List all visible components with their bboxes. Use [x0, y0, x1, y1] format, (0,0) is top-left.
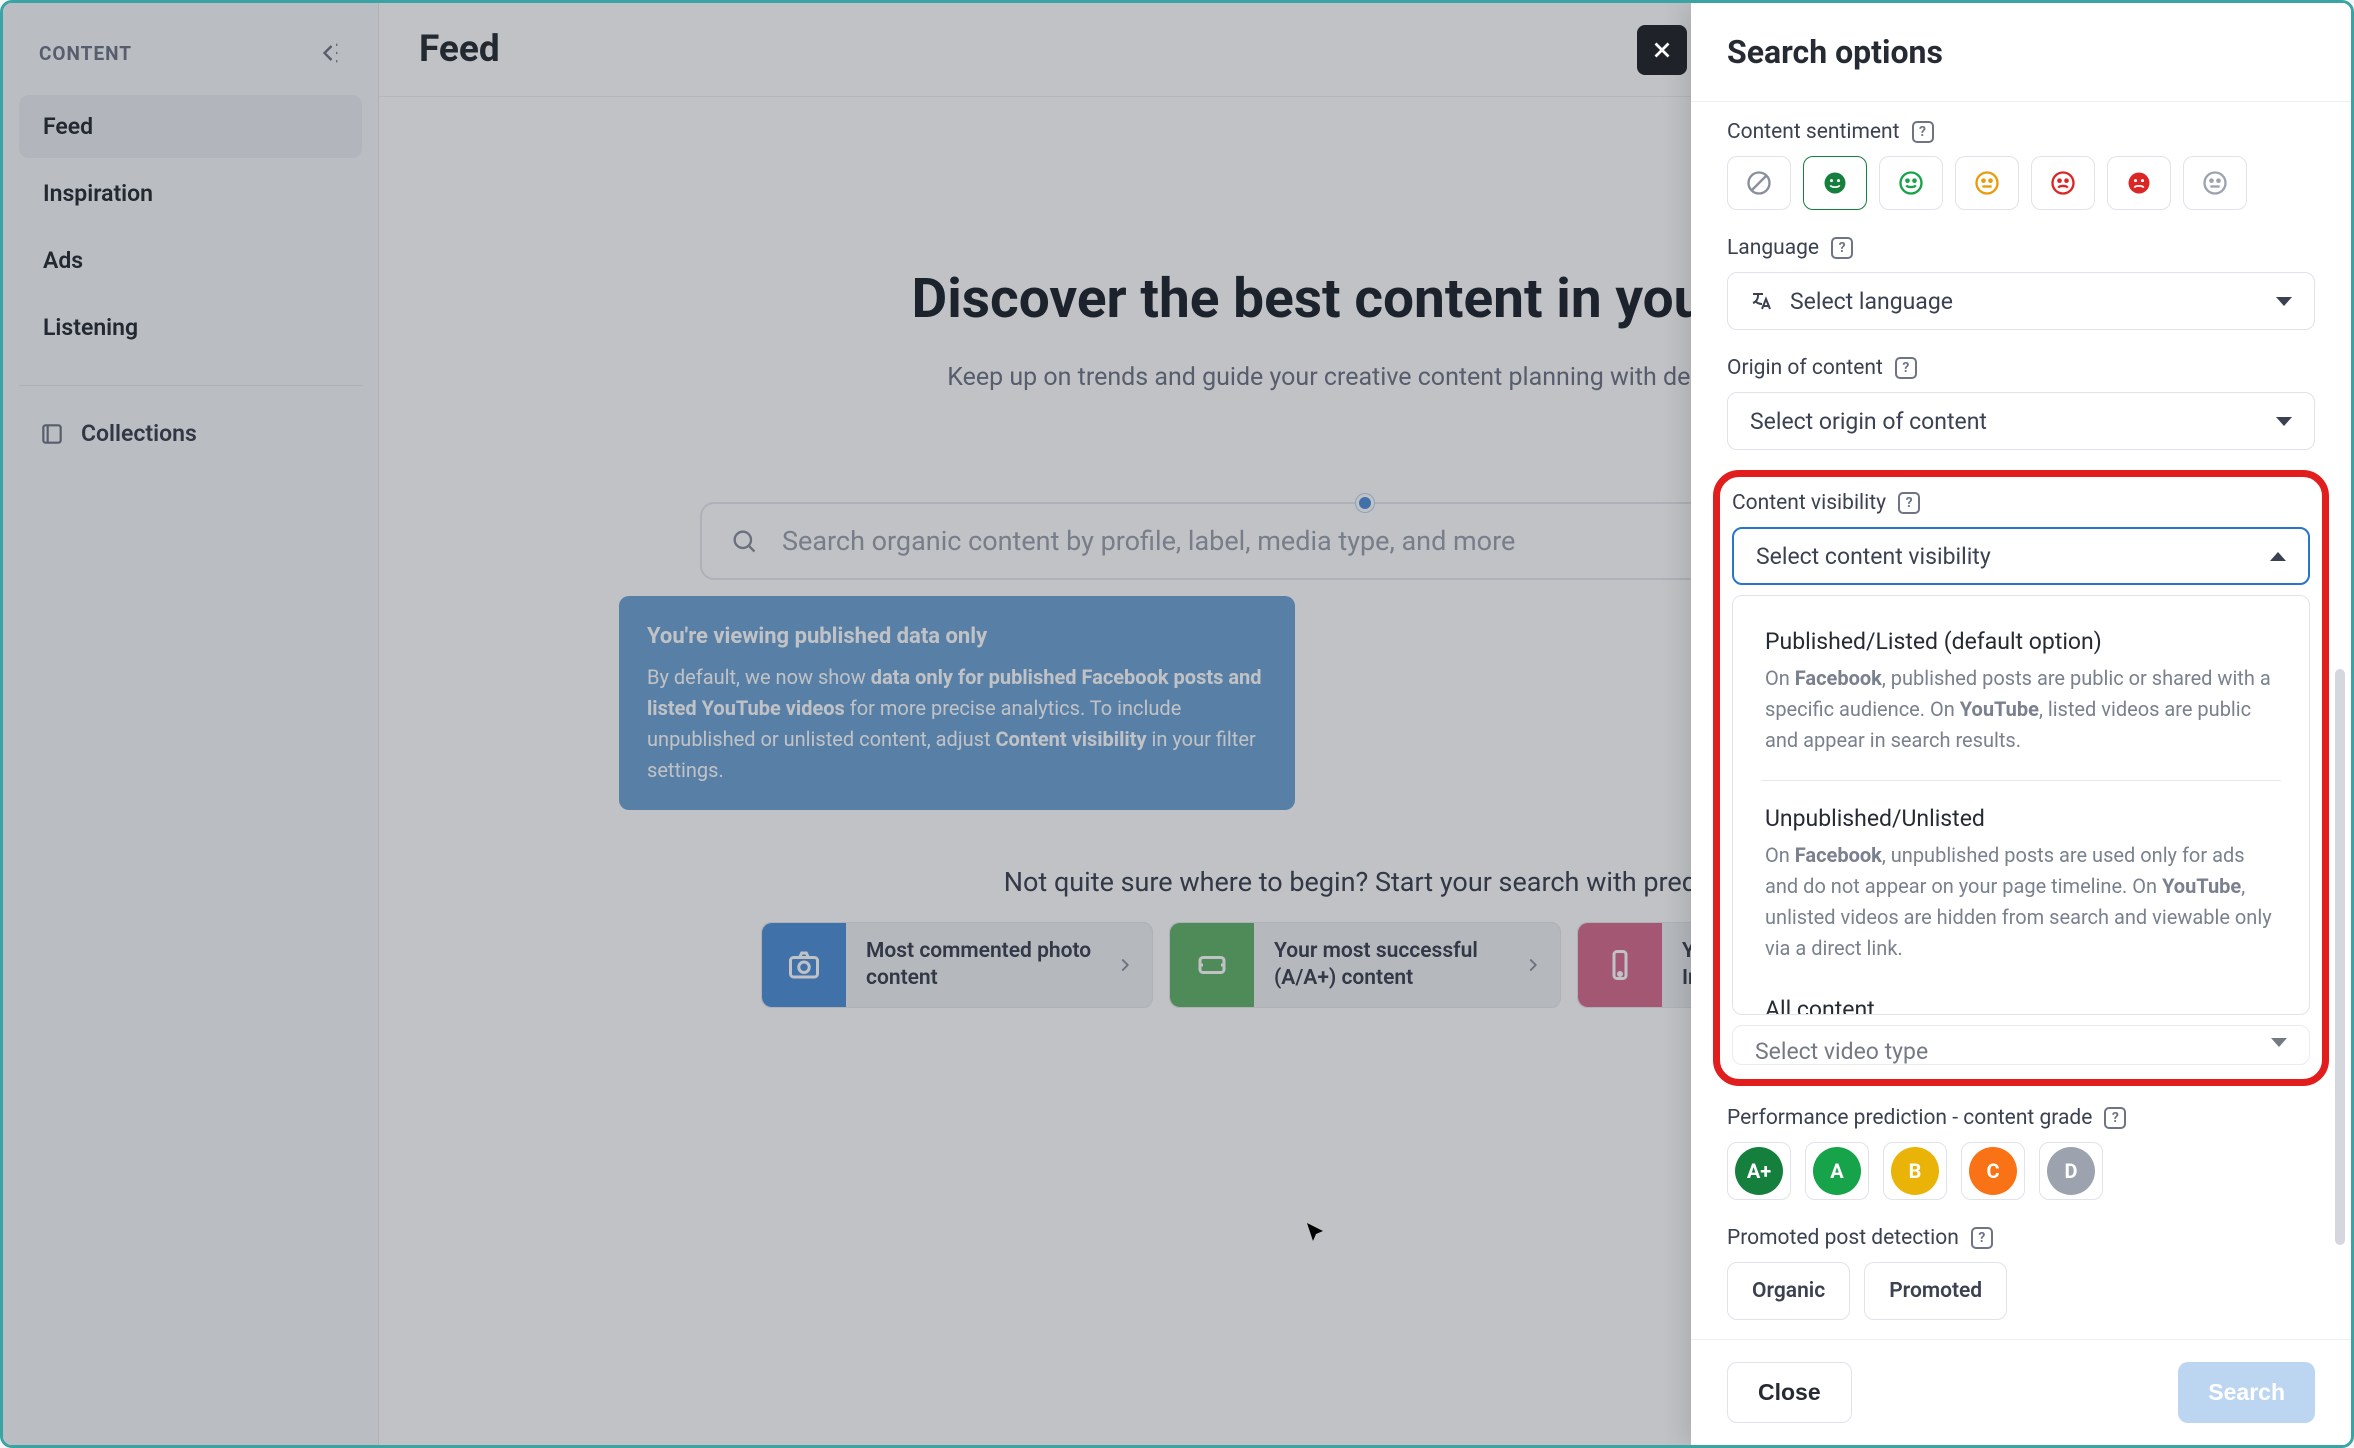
option-description: On Facebook, unpublished posts are used …	[1765, 840, 2277, 964]
modal-overlay[interactable]	[3, 3, 1691, 1445]
help-icon[interactable]: ?	[1831, 237, 1853, 259]
sentiment-very-happy[interactable]	[1803, 156, 1867, 210]
content-visibility-dropdown: Published/Listed (default option) On Fac…	[1732, 595, 2310, 1015]
chevron-up-icon	[2270, 552, 2286, 561]
mouse-cursor-icon	[1303, 1221, 1327, 1245]
option-description: On Facebook, published posts are public …	[1765, 663, 2277, 756]
option-title: Unpublished/Unlisted	[1765, 805, 2277, 832]
field-label: Promoted post detection	[1727, 1226, 1959, 1250]
close-panel-button[interactable]	[1637, 25, 1687, 75]
close-button[interactable]: Close	[1727, 1362, 1852, 1423]
grade-d[interactable]: D	[2039, 1142, 2103, 1200]
search-button[interactable]: Search	[2178, 1362, 2315, 1423]
select-placeholder: Select origin of content	[1750, 408, 1987, 435]
panel-body: Content sentiment ? Language ?	[1691, 102, 2351, 1339]
sentiment-very-sad[interactable]	[2107, 156, 2171, 210]
content-visibility-select[interactable]: Select content visibility	[1732, 527, 2310, 585]
select-placeholder: Select language	[1790, 288, 1953, 315]
field-label: Origin of content	[1727, 356, 1883, 380]
option-title: All content	[1765, 996, 2277, 1015]
grade-a-plus[interactable]: A+	[1727, 1142, 1791, 1200]
field-origin: Origin of content ? Select origin of con…	[1727, 356, 2315, 450]
field-label: Content visibility	[1732, 491, 1886, 515]
visibility-option-published[interactable]: Published/Listed (default option) On Fac…	[1733, 612, 2309, 772]
search-options-panel: Search options Content sentiment ?	[1691, 3, 2351, 1445]
sentiment-happy[interactable]	[1879, 156, 1943, 210]
visibility-option-unpublished[interactable]: Unpublished/Unlisted On Facebook, unpubl…	[1733, 789, 2309, 980]
select-placeholder: Select content visibility	[1756, 543, 1991, 570]
field-language: Language ? Select language	[1727, 236, 2315, 330]
translate-icon	[1750, 289, 1774, 313]
select-placeholder: Select video type	[1755, 1038, 1928, 1065]
help-icon[interactable]: ?	[1898, 492, 1920, 514]
help-icon[interactable]: ?	[2104, 1107, 2126, 1129]
panel-title: Search options	[1727, 33, 1943, 71]
field-content-sentiment: Content sentiment ?	[1727, 120, 2315, 210]
video-type-select-peek[interactable]: Select video type	[1732, 1025, 2310, 1065]
origin-select[interactable]: Select origin of content	[1727, 392, 2315, 450]
promoted-pill-promoted[interactable]: Promoted	[1864, 1262, 2007, 1320]
help-icon[interactable]: ?	[1971, 1227, 1993, 1249]
field-label: Language	[1727, 236, 1819, 260]
grade-a[interactable]: A	[1805, 1142, 1869, 1200]
promoted-pill-organic[interactable]: Organic	[1727, 1262, 1850, 1320]
sentiment-sad[interactable]	[2031, 156, 2095, 210]
chevron-down-icon	[2276, 417, 2292, 426]
field-label: Performance prediction - content grade	[1727, 1106, 2092, 1130]
chevron-down-icon	[2271, 1038, 2287, 1047]
panel-scrollbar[interactable]	[2335, 93, 2345, 1345]
field-promoted-detection: Promoted post detection ? Organic Promot…	[1727, 1226, 2315, 1320]
language-select[interactable]: Select language	[1727, 272, 2315, 330]
chevron-down-icon	[2276, 297, 2292, 306]
field-content-grade: Performance prediction - content grade ?…	[1727, 1106, 2315, 1200]
sentiment-neutral[interactable]	[1955, 156, 2019, 210]
sentiment-none[interactable]	[1727, 156, 1791, 210]
option-title: Published/Listed (default option)	[1765, 628, 2277, 655]
help-icon[interactable]: ?	[1912, 121, 1934, 143]
highlight-content-visibility: Content visibility ? Select content visi…	[1713, 470, 2329, 1086]
grade-c[interactable]: C	[1961, 1142, 2025, 1200]
help-icon[interactable]: ?	[1895, 357, 1917, 379]
sentiment-unknown[interactable]	[2183, 156, 2247, 210]
field-label: Content sentiment	[1727, 120, 1900, 144]
visibility-option-all[interactable]: All content	[1733, 980, 2309, 1015]
grade-b[interactable]: B	[1883, 1142, 1947, 1200]
